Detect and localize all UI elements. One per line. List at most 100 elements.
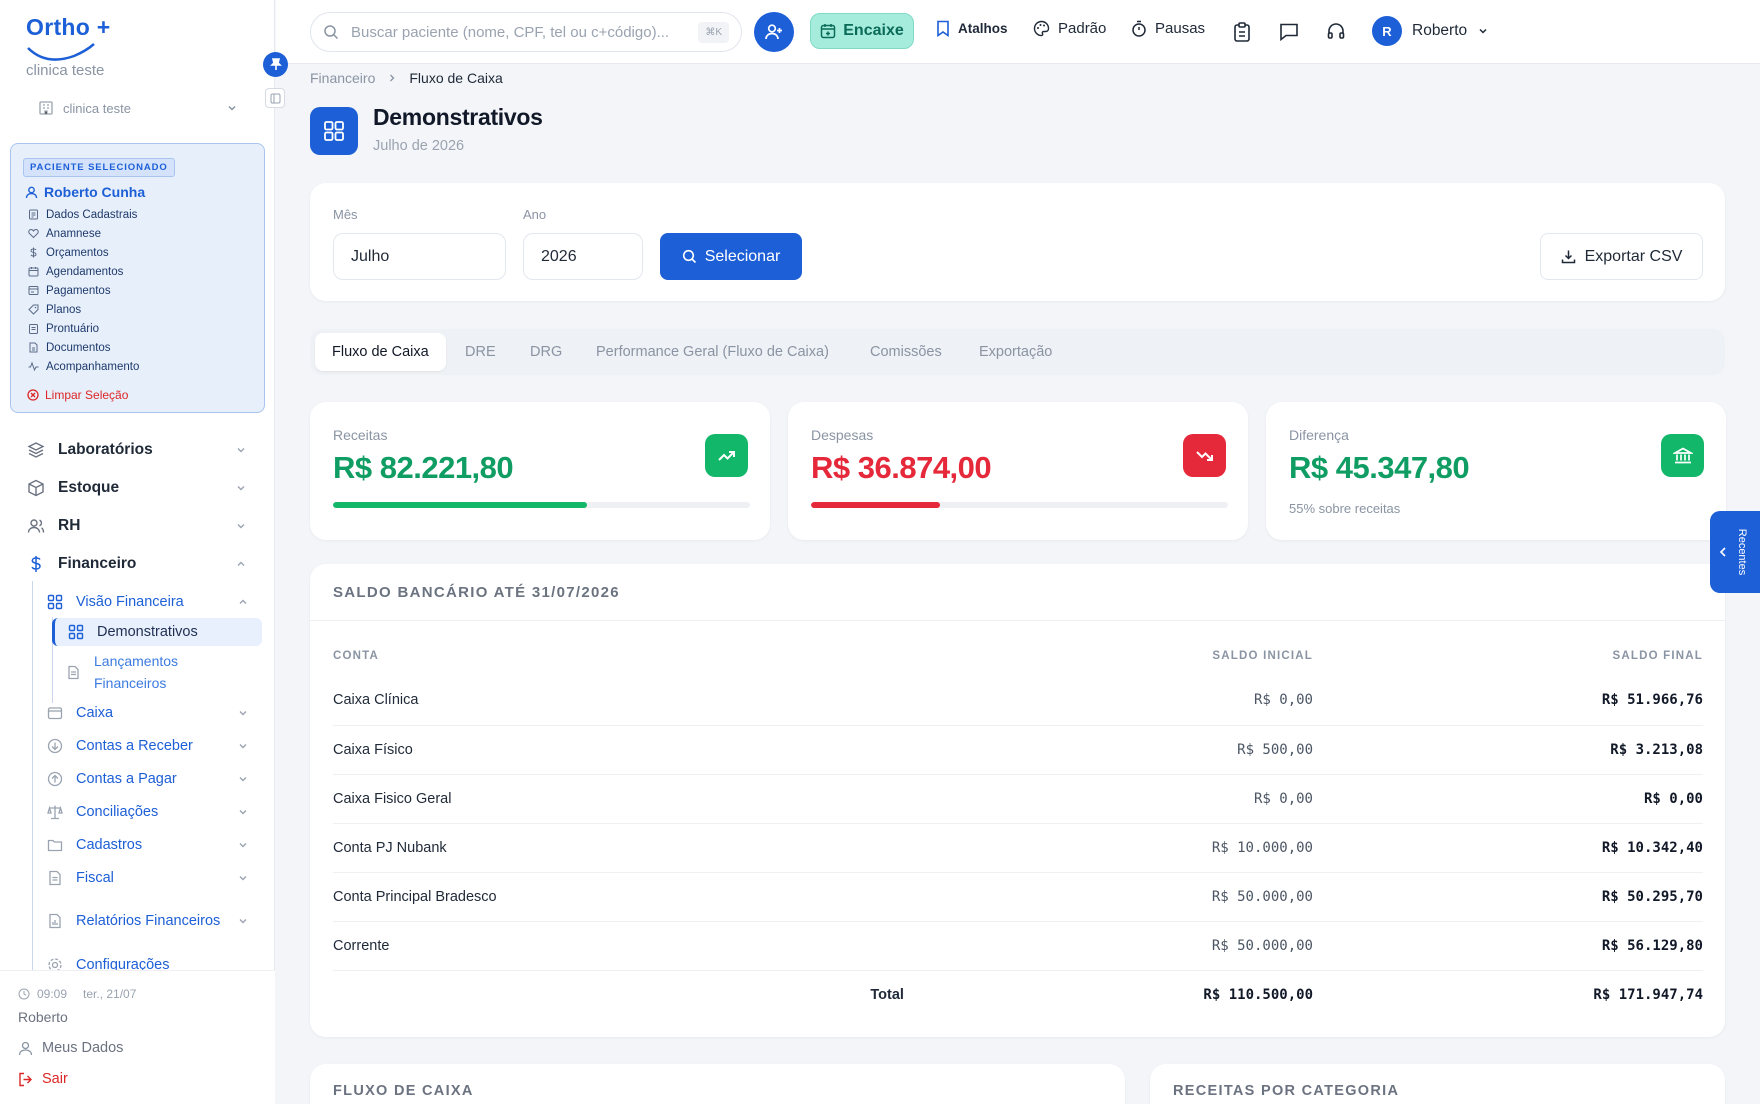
theme-button[interactable]: Padrão bbox=[1033, 20, 1106, 37]
patient-menu-planos[interactable]: Planos bbox=[27, 300, 139, 319]
document-icon bbox=[64, 663, 82, 681]
grid-icon bbox=[324, 121, 344, 141]
bank-balance-card: SALDO BANCÁRIO ATÉ 31/07/2026 CONTA SALD… bbox=[310, 564, 1725, 1037]
clinic-selector[interactable]: clinica teste bbox=[38, 97, 238, 119]
patient-menu-label: Pagamentos bbox=[46, 284, 111, 297]
chevron-down-icon bbox=[236, 805, 250, 819]
month-select[interactable]: Julho bbox=[333, 233, 506, 280]
sidebar-item-estoque[interactable]: Estoque bbox=[26, 475, 248, 501]
export-csv-button[interactable]: Exportar CSV bbox=[1540, 233, 1703, 280]
patient-menu-label: Anamnese bbox=[46, 227, 101, 240]
cell-conta: Conta Principal Bradesco bbox=[333, 872, 920, 922]
add-patient-button[interactable] bbox=[754, 12, 794, 52]
sidebar-item-financeiro[interactable]: Financeiro bbox=[26, 551, 248, 577]
sidebar-item-label: Laboratórios bbox=[58, 441, 153, 458]
atalhos-button[interactable]: Atalhos bbox=[936, 20, 1008, 37]
revenue-by-category-card: RECEITAS POR CATEGORIA bbox=[1150, 1064, 1725, 1104]
recentes-label: Recentes bbox=[1736, 528, 1749, 576]
tag-icon bbox=[27, 304, 39, 316]
tab-drg[interactable]: DRG bbox=[513, 333, 579, 371]
tab-performance-geral[interactable]: Performance Geral (Fluxo de Caixa) bbox=[579, 333, 846, 371]
sidebar-item-visao-financeira[interactable]: Visão Financeira bbox=[46, 590, 250, 614]
breadcrumb: Financeiro Fluxo de Caixa bbox=[310, 70, 503, 86]
gear-icon bbox=[46, 956, 64, 970]
sidebar-item-laboratorios[interactable]: Laboratórios bbox=[26, 437, 248, 463]
search-shortcut: ⌘K bbox=[698, 21, 729, 43]
recentes-drawer-tab[interactable]: Recentes bbox=[1710, 511, 1760, 593]
sidebar-item-configuracoes[interactable]: Configurações bbox=[46, 953, 250, 970]
kpi-diferenca-card: Diferença R$ 45.347,80 55% sobre receita… bbox=[1266, 402, 1726, 540]
tasks-button[interactable] bbox=[1230, 20, 1254, 44]
timer-icon bbox=[1132, 20, 1146, 37]
kpi-label: Diferença bbox=[1289, 427, 1349, 443]
patient-menu-pagamentos[interactable]: Pagamentos bbox=[27, 281, 139, 300]
bank-icon bbox=[1661, 434, 1704, 477]
patient-menu-label: Acompanhamento bbox=[46, 360, 140, 373]
cell-saldo-inicial: R$ 0,00 bbox=[919, 676, 1313, 726]
patient-menu-anamnese[interactable]: Anamnese bbox=[27, 224, 139, 243]
sidebar-item-fiscal[interactable]: Fiscal bbox=[46, 866, 250, 890]
palette-icon bbox=[1033, 20, 1050, 37]
patient-menu-prontuario[interactable]: Prontuário bbox=[27, 319, 139, 338]
arrow-down-circle-icon bbox=[46, 737, 64, 755]
select-button[interactable]: Selecionar bbox=[660, 233, 802, 280]
support-button[interactable] bbox=[1324, 20, 1348, 44]
heart-icon bbox=[27, 228, 39, 240]
patient-name[interactable]: Roberto Cunha bbox=[25, 184, 145, 200]
clear-selection-button[interactable]: Limpar Seleção bbox=[27, 388, 128, 402]
box-icon bbox=[26, 478, 46, 498]
cell-saldo-inicial: R$ 50.000,00 bbox=[919, 921, 1313, 971]
patient-menu-orcamentos[interactable]: Orçamentos bbox=[27, 243, 139, 262]
sidebar-item-cadastros[interactable]: Cadastros bbox=[46, 833, 250, 857]
sidebar-item-contas-receber[interactable]: Contas a Receber bbox=[46, 734, 250, 758]
tab-comissoes[interactable]: Comissões bbox=[853, 333, 959, 371]
logout-button[interactable]: Sair bbox=[18, 1071, 68, 1087]
breadcrumb-parent[interactable]: Financeiro bbox=[310, 70, 375, 86]
patient-menu-documentos[interactable]: Documentos bbox=[27, 338, 139, 357]
tab-fluxo-de-caixa[interactable]: Fluxo de Caixa bbox=[315, 333, 446, 371]
message-square-icon bbox=[1280, 23, 1298, 42]
chevron-down-icon bbox=[234, 481, 248, 495]
sidebar-item-demonstrativos[interactable]: Demonstrativos bbox=[52, 618, 262, 646]
report-icon bbox=[46, 912, 64, 930]
patient-menu-acompanhamento[interactable]: Acompanhamento bbox=[27, 357, 139, 376]
patient-search-input[interactable]: Buscar paciente (nome, CPF, tel ou c+cód… bbox=[310, 12, 742, 52]
clinic-name: clinica teste bbox=[26, 62, 105, 79]
document-icon bbox=[27, 342, 39, 354]
messages-button[interactable] bbox=[1277, 20, 1301, 44]
sidebar-item-conciliacoes[interactable]: Conciliações bbox=[46, 800, 250, 824]
cell-saldo-final: R$ 10.342,40 bbox=[1313, 823, 1703, 873]
year-input[interactable]: 2026 bbox=[523, 233, 643, 280]
chevron-down-icon bbox=[234, 443, 248, 457]
patient-menu-agendamentos[interactable]: Agendamentos bbox=[27, 262, 139, 281]
patient-menu-dados-cadastrais[interactable]: Dados Cadastrais bbox=[27, 205, 139, 224]
encaixe-button[interactable]: Encaixe bbox=[810, 13, 914, 49]
sidebar-item-label: Relatórios Financeiros bbox=[76, 912, 221, 929]
user-plus-icon bbox=[765, 24, 782, 40]
cell-saldo-inicial: R$ 0,00 bbox=[919, 774, 1313, 824]
collapse-sidebar-button[interactable] bbox=[265, 88, 285, 108]
select-button-label: Selecionar bbox=[704, 247, 781, 265]
pausas-button[interactable]: Pausas bbox=[1131, 20, 1205, 37]
meus-dados-link[interactable]: Meus Dados bbox=[18, 1040, 123, 1056]
column-header-saldo-final: SALDO FINAL bbox=[1612, 650, 1703, 662]
clear-selection-label: Limpar Seleção bbox=[45, 388, 129, 402]
pin-sidebar-button[interactable] bbox=[263, 52, 288, 77]
sidebar-item-label: Visão Financeira bbox=[76, 593, 184, 610]
page-icon bbox=[310, 107, 358, 155]
sidebar-item-label: Estoque bbox=[58, 479, 120, 496]
sidebar-item-caixa[interactable]: Caixa bbox=[46, 701, 250, 725]
sidebar-item-lancamentos[interactable]: Lançamentos Financeiros bbox=[64, 649, 254, 695]
user-menu[interactable]: R Roberto bbox=[1372, 16, 1489, 46]
clipboard-list-icon bbox=[1234, 22, 1250, 42]
folder-icon bbox=[46, 836, 64, 854]
kpi-value: R$ 45.347,80 bbox=[1289, 450, 1470, 485]
tab-exportacao[interactable]: Exportação bbox=[962, 333, 1069, 371]
logo[interactable]: Ortho + bbox=[26, 14, 136, 61]
cell-saldo-final: R$ 51.966,76 bbox=[1313, 676, 1703, 726]
tab-dre[interactable]: DRE bbox=[448, 333, 513, 371]
activity-icon bbox=[27, 361, 39, 373]
sidebar-item-rh[interactable]: RH bbox=[26, 513, 248, 539]
sidebar-item-relatorios[interactable]: Relatórios Financeiros bbox=[46, 897, 250, 945]
sidebar-item-contas-pagar[interactable]: Contas a Pagar bbox=[46, 767, 250, 791]
